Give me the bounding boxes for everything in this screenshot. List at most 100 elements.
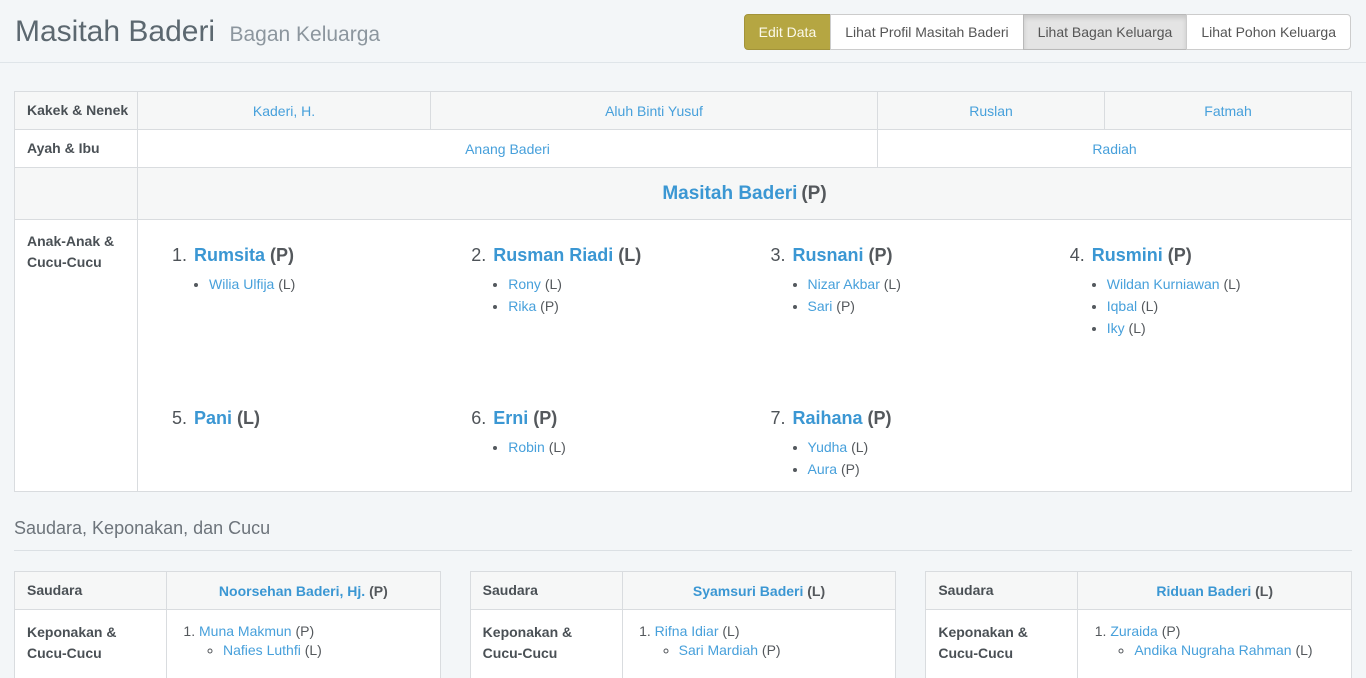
person-link[interactable]: Andika Nugraha Rahman: [1134, 642, 1291, 658]
grandchild-item: Rony (L): [508, 276, 744, 293]
person-link[interactable]: Muna Makmun: [199, 623, 292, 639]
grandmother-paternal-link[interactable]: Aluh Binti Yusuf: [605, 103, 703, 119]
edit-data-button[interactable]: Edit Data: [744, 14, 832, 50]
parents-row: Ayah & Ibu Anang Baderi Radiah: [15, 130, 1352, 168]
grandchildren-list: Rony (L) Rika (P): [471, 276, 744, 315]
person-link[interactable]: Iqbal: [1107, 298, 1137, 314]
person-link[interactable]: Sari Mardiah: [679, 642, 758, 658]
nephew-item: Muna Makmun (P)Nafies Luthfi (L): [199, 623, 428, 658]
children-grid-row: 5. Pani (L) 6. Erni (P) Robin (L) 7. Raihan…: [146, 391, 1343, 483]
gender-label: (L): [232, 408, 260, 428]
grandchild-item: Wilia Ulfija (L): [209, 276, 445, 293]
sibling-row-label: Saudara: [470, 572, 622, 610]
person-link[interactable]: Rika: [508, 298, 536, 314]
grandchild-item: Rika (P): [508, 298, 744, 315]
person-link[interactable]: Wilia Ulfija: [209, 276, 274, 292]
child-heading: 5. Pani (L): [172, 408, 445, 429]
sibling-name-row: SaudaraRiduan Baderi (L): [926, 572, 1352, 610]
person-link[interactable]: Zuraida: [1110, 623, 1157, 639]
gender-label: (L): [1220, 276, 1241, 292]
children-row-label: Anak-Anak & Cucu-Cucu: [15, 220, 138, 492]
gender-label: (P): [1163, 245, 1192, 265]
sibling-name-row: Saudara Syamsuri Baderi (L): [470, 572, 896, 610]
person-link[interactable]: Sari: [808, 298, 833, 314]
child-heading: 2. Rusman Riadi (L): [471, 245, 744, 266]
person-link[interactable]: Nizar Akbar: [808, 276, 880, 292]
page-header: Masitah Baderi Bagan Keluarga Edit Data …: [0, 0, 1366, 63]
child-block: 5. Pani (L): [146, 391, 445, 483]
person-link[interactable]: Aura: [808, 461, 838, 477]
gender-label: (P): [265, 245, 294, 265]
child-number: 2.: [471, 245, 491, 265]
child-number: 6.: [471, 408, 491, 428]
child-block: 2. Rusman Riadi (L) Rony (L) Rika (P): [445, 228, 744, 391]
nephews-row: Keponakan & Cucu-CucuRifna Idiar (L)Sari…: [470, 610, 896, 678]
page-title: Masitah Baderi: [15, 15, 215, 48]
person-link[interactable]: Rusman Riadi: [493, 245, 613, 265]
sibling-table: SaudaraRiduan Baderi (L)Keponakan & Cucu…: [925, 571, 1352, 678]
child-number: 5.: [172, 408, 192, 428]
gender-label: (P): [528, 408, 557, 428]
sibling-name-cell: Noorsehan Baderi, Hj. (P): [167, 572, 441, 610]
sibling-table: SaudaraNoorsehan Baderi, Hj. (P)Keponaka…: [14, 571, 441, 678]
view-profile-button[interactable]: Lihat Profil Masitah Baderi: [830, 14, 1023, 50]
person-link[interactable]: Yudha: [808, 439, 848, 455]
child-number: 4.: [1070, 245, 1090, 265]
person-link[interactable]: Iky: [1107, 320, 1125, 336]
sibling-table: Saudara Syamsuri Baderi (L) Keponakan & Cu…: [470, 571, 897, 678]
nephews-row-label: Keponakan & Cucu-Cucu: [15, 610, 167, 678]
child-number: 3.: [771, 245, 791, 265]
nephews-row: Keponakan & Cucu-CucuZuraida (P)Andika N…: [926, 610, 1352, 678]
person-link[interactable]: Raihana: [793, 408, 863, 428]
child-heading: 4. Rusmini (P): [1070, 245, 1343, 266]
self-person-link[interactable]: Masitah Baderi: [662, 183, 797, 204]
person-link[interactable]: Pani: [194, 408, 232, 428]
gender-label: (L): [1292, 642, 1313, 658]
nephews-list: Rifna Idiar (L)Sari Mardiah (P): [635, 623, 884, 658]
family-chart-table: Kakek & Nenek Kaderi, H. Aluh Binti Yusu…: [14, 91, 1352, 492]
person-link[interactable]: Erni: [493, 408, 528, 428]
person-link[interactable]: Noorsehan Baderi, Hj.: [219, 583, 365, 599]
grandchild-item: Sari (P): [808, 298, 1044, 315]
grandparents-row-label: Kakek & Nenek: [15, 92, 138, 130]
gender-label: (P): [863, 408, 892, 428]
child-heading: 7. Raihana (P): [771, 408, 1044, 429]
nephew-children-list: Andika Nugraha Rahman (L): [1110, 642, 1339, 658]
view-family-chart-button[interactable]: Lihat Bagan Keluarga: [1023, 14, 1188, 50]
children-row: Anak-Anak & Cucu-Cucu 1. Rumsita (P)Wili…: [15, 220, 1352, 492]
grandmother-maternal-link[interactable]: Fatmah: [1204, 103, 1251, 119]
nephews-row: Keponakan & Cucu-Cucu Muna Makmun (P)Nafi…: [15, 610, 441, 678]
person-link[interactable]: Syamsuri Baderi: [693, 583, 804, 599]
gender-label: (L): [803, 583, 825, 599]
person-link[interactable]: Robin: [508, 439, 545, 455]
person-link[interactable]: Riduan Baderi: [1156, 583, 1251, 599]
person-link[interactable]: Nafies Luthfi: [223, 642, 301, 658]
gender-label: (L): [613, 245, 641, 265]
person-link[interactable]: Wildan Kurniawan: [1107, 276, 1220, 292]
gender-label: (P): [832, 298, 855, 314]
grandchild-item: Yudha (L): [808, 439, 1044, 456]
gender-label: (P): [864, 245, 893, 265]
grandfather-maternal-link[interactable]: Ruslan: [969, 103, 1013, 119]
person-link[interactable]: Rony: [508, 276, 541, 292]
gender-label: (L): [880, 276, 901, 292]
header-button-group: Edit Data Lihat Profil Masitah Baderi Li…: [744, 14, 1351, 50]
person-link[interactable]: Rifna Idiar: [655, 623, 719, 639]
person-link[interactable]: Rumsita: [194, 245, 265, 265]
father-link[interactable]: Anang Baderi: [465, 141, 550, 157]
children-grid: 1. Rumsita (P)Wilia Ulfija (L)2. Rusman …: [146, 228, 1343, 483]
grandfather-paternal-link[interactable]: Kaderi, H.: [253, 103, 315, 119]
mother-link[interactable]: Radiah: [1092, 141, 1136, 157]
view-family-tree-button[interactable]: Lihat Pohon Keluarga: [1186, 14, 1351, 50]
grandchildren-list: Robin (L): [471, 439, 744, 456]
person-link[interactable]: Rusnani: [793, 245, 864, 265]
gender-label: (L): [274, 276, 295, 292]
self-row: Masitah Baderi (P): [15, 168, 1352, 220]
person-link[interactable]: Rusmini: [1092, 245, 1163, 265]
self-row-label-empty: [15, 168, 138, 220]
siblings-section-heading: Saudara, Keponakan, dan Cucu: [14, 492, 1352, 551]
parents-row-label: Ayah & Ibu: [15, 130, 138, 168]
nephews-cell: Rifna Idiar (L)Sari Mardiah (P): [622, 610, 896, 678]
child-number: 7.: [771, 408, 791, 428]
nephew-children-list: Sari Mardiah (P): [655, 642, 884, 658]
